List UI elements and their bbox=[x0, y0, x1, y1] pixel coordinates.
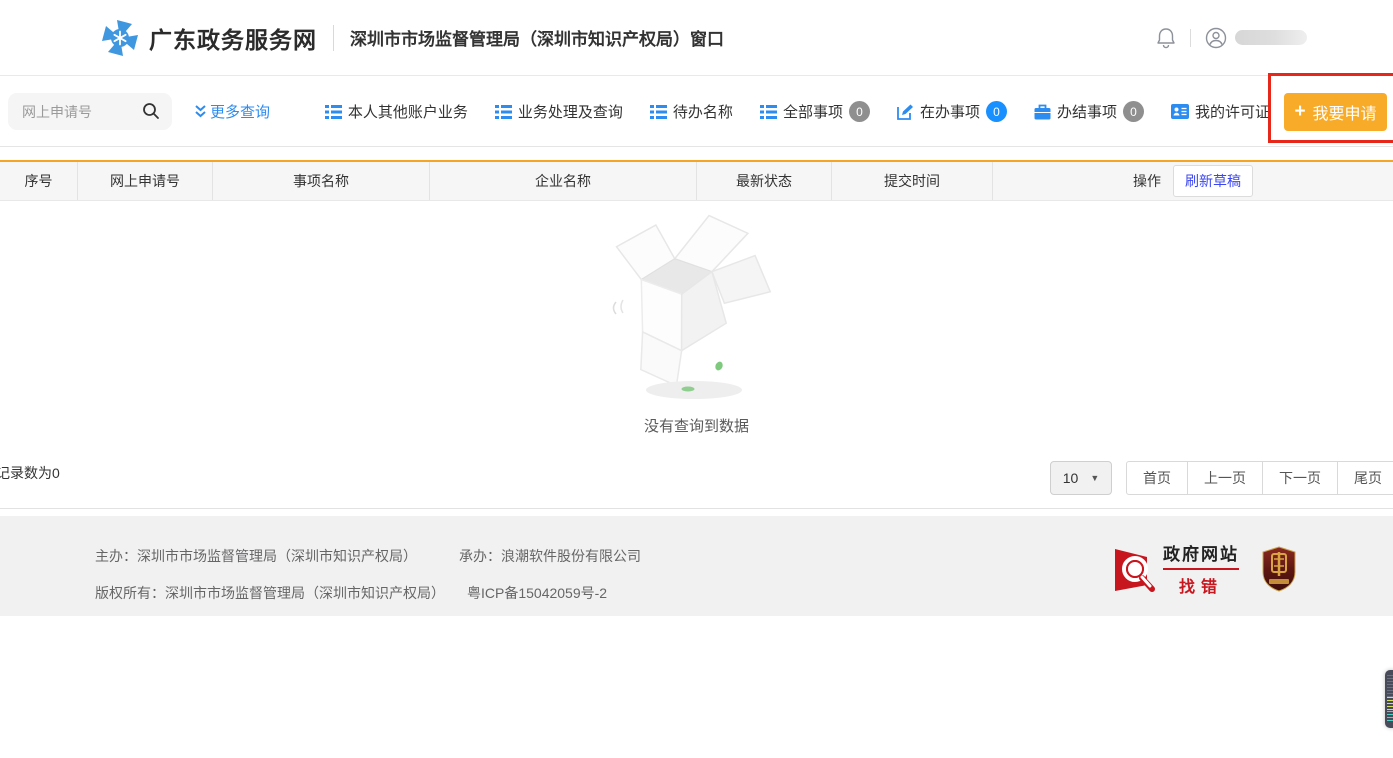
page: 广东政务服务网 深圳市市场监督管理局（深圳市知识产权局）窗口 bbox=[0, 0, 1393, 758]
menu-label: 全部事项 bbox=[783, 101, 843, 122]
completed-count-badge: 0 bbox=[1123, 101, 1144, 122]
menu-label: 本人其他账户业务 bbox=[348, 101, 468, 122]
apply-button-label: 我要申请 bbox=[1313, 100, 1377, 124]
footer-host: 主办：深圳市市场监督管理局（深圳市知识产权局） bbox=[95, 548, 417, 564]
menu-item-other-account-business[interactable]: 本人其他账户业务 bbox=[325, 101, 468, 122]
find-error-line1: 政府网站 bbox=[1163, 540, 1239, 570]
refresh-draft-button[interactable]: 刷新草稿 bbox=[1173, 165, 1253, 197]
select-caret-icon: ▼ bbox=[1090, 473, 1099, 483]
header: 广东政务服务网 深圳市市场监督管理局（深圳市知识产权局）窗口 bbox=[0, 0, 1393, 76]
menu-label: 办结事项 bbox=[1057, 101, 1117, 122]
user-icon[interactable] bbox=[1205, 27, 1227, 49]
col-actions-label: 操作 bbox=[1133, 171, 1161, 191]
find-error-magnifier-icon bbox=[1113, 545, 1157, 593]
header-right-divider bbox=[1190, 29, 1191, 47]
redacted-username bbox=[1235, 30, 1307, 45]
prev-page-button[interactable]: 上一页 bbox=[1188, 461, 1263, 495]
page-size-value: 10 bbox=[1063, 470, 1079, 486]
all-items-count-badge: 0 bbox=[849, 101, 870, 122]
pager-buttons: 首页 上一页 下一页 尾页 bbox=[1126, 461, 1393, 495]
header-divider bbox=[333, 25, 334, 51]
col-apply-no: 网上申请号 bbox=[78, 162, 213, 200]
gov-site-find-error-badge[interactable]: 政府网站 找错 bbox=[1113, 540, 1239, 597]
gdzwfw-logo-icon bbox=[100, 18, 140, 58]
menu-item-completed[interactable]: 办结事项 0 bbox=[1034, 101, 1144, 122]
footer-undertake: 承办：浪潮软件股份有限公司 bbox=[459, 548, 641, 564]
menu-item-my-licenses[interactable]: 我的许可证 bbox=[1171, 101, 1270, 122]
menu-label: 业务处理及查询 bbox=[518, 101, 623, 122]
list-icon bbox=[495, 105, 512, 119]
double-chevron-down-icon bbox=[194, 104, 207, 119]
next-page-button[interactable]: 下一页 bbox=[1263, 461, 1338, 495]
footer-icp: 粤ICP备15042059号-2 bbox=[467, 585, 607, 601]
find-error-line2: 找错 bbox=[1163, 573, 1239, 597]
table-header: 序号 网上申请号 事项名称 企业名称 最新状态 提交时间 操作 刷新草稿 bbox=[0, 160, 1393, 201]
plus-icon: + bbox=[1294, 102, 1305, 121]
menu-item-all-items[interactable]: 全部事项 0 bbox=[760, 101, 870, 122]
window-title: 深圳市市场监督管理局（深圳市知识产权局）窗口 bbox=[350, 25, 724, 50]
more-query-link[interactable]: 更多查询 bbox=[194, 101, 270, 122]
empty-box-illustration bbox=[602, 210, 792, 406]
list-icon bbox=[650, 105, 667, 119]
col-item-name: 事项名称 bbox=[213, 162, 430, 200]
side-panel-toggle-widget[interactable] bbox=[1385, 670, 1393, 728]
records-count-text: 记录数为0 bbox=[0, 463, 60, 483]
footer-copyright: 版权所有：深圳市市场监督管理局（深圳市知识产权局） bbox=[95, 585, 445, 601]
menu-item-business-process-query[interactable]: 业务处理及查询 bbox=[495, 101, 623, 122]
brand[interactable]: 广东政务服务网 bbox=[100, 18, 317, 58]
toolbar-menu: 本人其他账户业务 业务处理及查询 待办名称 bbox=[298, 101, 1270, 122]
col-submit-time: 提交时间 bbox=[832, 162, 993, 200]
more-query-label: 更多查询 bbox=[210, 101, 270, 122]
last-page-button[interactable]: 尾页 bbox=[1338, 461, 1393, 495]
edit-icon bbox=[897, 104, 914, 120]
col-company-name: 企业名称 bbox=[430, 162, 697, 200]
menu-label: 在办事项 bbox=[920, 101, 980, 122]
footer-copyright-line: 版权所有：深圳市市场监督管理局（深圳市知识产权局） 粤ICP备15042059号-… bbox=[95, 583, 607, 603]
empty-state-text: 没有查询到数据 bbox=[0, 415, 1393, 436]
first-page-button[interactable]: 首页 bbox=[1126, 461, 1188, 495]
widget-stripes-gray bbox=[1387, 675, 1393, 697]
empty-state: 没有查询到数据 bbox=[0, 210, 1393, 436]
id-card-icon bbox=[1171, 104, 1189, 119]
header-right bbox=[1156, 27, 1307, 49]
menu-item-todo-name[interactable]: 待办名称 bbox=[650, 101, 733, 122]
search-icon[interactable] bbox=[142, 102, 160, 120]
toolbar: 更多查询 本人其他账户业务 业务处理及查询 bbox=[0, 77, 1393, 147]
col-latest-status: 最新状态 bbox=[697, 162, 832, 200]
briefcase-icon bbox=[1034, 104, 1051, 120]
footer: 主办：深圳市市场监督管理局（深圳市知识产权局） 承办：浪潮软件股份有限公司 版权所… bbox=[0, 516, 1393, 616]
page-size-select[interactable]: 10 ▼ bbox=[1050, 461, 1112, 495]
footer-badges: 政府网站 找错 bbox=[1113, 540, 1297, 597]
search-input[interactable] bbox=[22, 104, 138, 120]
list-icon bbox=[760, 105, 777, 119]
widget-stripes-teal bbox=[1387, 711, 1393, 723]
in-progress-count-badge: 0 bbox=[986, 101, 1007, 122]
search-box[interactable] bbox=[8, 93, 172, 130]
menu-label: 我的许可证 bbox=[1195, 101, 1270, 122]
menu-item-in-progress[interactable]: 在办事项 0 bbox=[897, 101, 1007, 122]
find-error-text: 政府网站 找错 bbox=[1163, 540, 1239, 597]
bell-icon[interactable] bbox=[1156, 27, 1176, 49]
footer-host-line: 主办：深圳市市场监督管理局（深圳市知识产权局） 承办：浪潮软件股份有限公司 bbox=[95, 546, 641, 566]
widget-stripes-yellow bbox=[1387, 697, 1393, 711]
apply-button[interactable]: + 我要申请 bbox=[1284, 93, 1387, 131]
pagination: 10 ▼ 首页 上一页 下一页 尾页 bbox=[1050, 461, 1393, 495]
col-actions: 操作 刷新草稿 bbox=[993, 162, 1393, 200]
gov-shield-badge-icon[interactable] bbox=[1261, 546, 1297, 592]
menu-label: 待办名称 bbox=[673, 101, 733, 122]
content-footer-divider bbox=[0, 508, 1393, 509]
site-name: 广东政务服务网 bbox=[149, 21, 317, 55]
list-icon bbox=[325, 105, 342, 119]
col-seq: 序号 bbox=[0, 162, 78, 200]
